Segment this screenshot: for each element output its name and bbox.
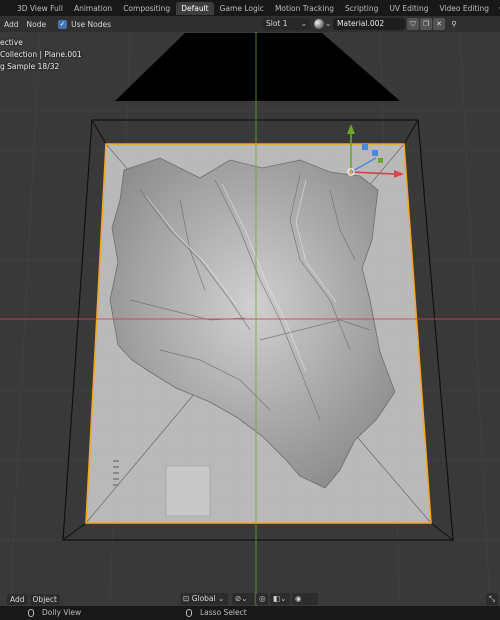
dolly-view-label: Dolly View [42,608,82,617]
material-name: Material.002 [337,19,385,28]
use-nodes-label: Use Nodes [71,19,111,29]
link-icon[interactable]: ⊘⌄ [232,593,254,605]
orientation-dropdown[interactable]: ⊡ Global ⌄ [180,593,228,605]
copy-icon[interactable]: ❐ [420,18,432,30]
tab-game-logic[interactable]: Game Logic [215,2,269,15]
slot-value: Slot 1 [266,19,288,28]
viewport-footer: Add Object ⊡ Global ⌄ ⊘⌄ ◎ ◧⌄ ◉ ∧⌄ ⤡ [0,592,500,615]
status-hint-middle: Lasso Select [186,606,247,620]
render-sample-text: g Sample 18/32 [0,62,60,71]
lasso-select-label: Lasso Select [200,608,247,617]
tab-uv-editing[interactable]: UV Editing [384,2,433,15]
decal-square [165,465,211,517]
tab-compositing[interactable]: Compositing [118,2,175,15]
tab-motion-tracking[interactable]: Motion Tracking [270,2,339,15]
status-hint-left: Dolly View [28,606,81,620]
tab-animation[interactable]: Animation [69,2,117,15]
transform-orientation-icon: ⊡ [183,594,190,603]
material-sphere-icon[interactable] [314,19,324,29]
viewport-scene [0,32,500,606]
snap-icon[interactable]: ◎ [256,593,268,605]
use-nodes-checkbox[interactable]: ✓ [58,19,68,29]
node-editor-header: Add Node ✓ Use Nodes Slot 1 ⌄ ⌄ Material… [0,16,500,32]
collection-object-text: Collection | Plane.001 [0,50,82,59]
3d-viewport[interactable]: ective Collection | Plane.001 g Sample 1… [0,32,500,606]
mouse-icon [186,609,192,617]
node-menu[interactable]: Node [23,18,51,31]
close-icon[interactable]: ✕ [433,18,445,30]
camera-triangle[interactable] [115,33,400,101]
gizmo-icon[interactable]: ⤡ [486,593,498,605]
pin-icon[interactable]: ⚲ [448,18,460,30]
chevron-down-icon[interactable]: ⌄ [325,18,331,30]
object-menu[interactable]: Object [29,593,60,605]
status-bar: Dolly View Lasso Select [0,606,500,620]
add-menu[interactable]: Add [0,18,23,31]
view-mode-text: ective [0,38,23,47]
tab-scripting[interactable]: Scripting [340,2,383,15]
shield-icon[interactable]: ⛉ [407,18,419,30]
orientation-value: Global [191,594,216,603]
mouse-icon [28,609,34,617]
falloff-icon[interactable]: ◉ ∧⌄ [292,593,318,615]
proportional-edit-icon[interactable]: ◧⌄ [270,593,290,605]
tab-default[interactable]: Default [176,1,214,15]
workspace-tabs-bar: 3D View Full Animation Compositing Defau… [0,0,500,16]
chevron-down-icon: ⌄ [300,19,307,28]
add-menu-footer[interactable]: Add [7,593,28,605]
slot-dropdown[interactable]: Slot 1 ⌄ [262,18,310,30]
chevron-down-icon: ⌄ [218,594,225,603]
tab-3d-view-full[interactable]: 3D View Full [12,2,68,15]
tab-video-editing[interactable]: Video Editing [434,2,494,15]
material-name-field[interactable]: Material.002 [333,18,405,30]
